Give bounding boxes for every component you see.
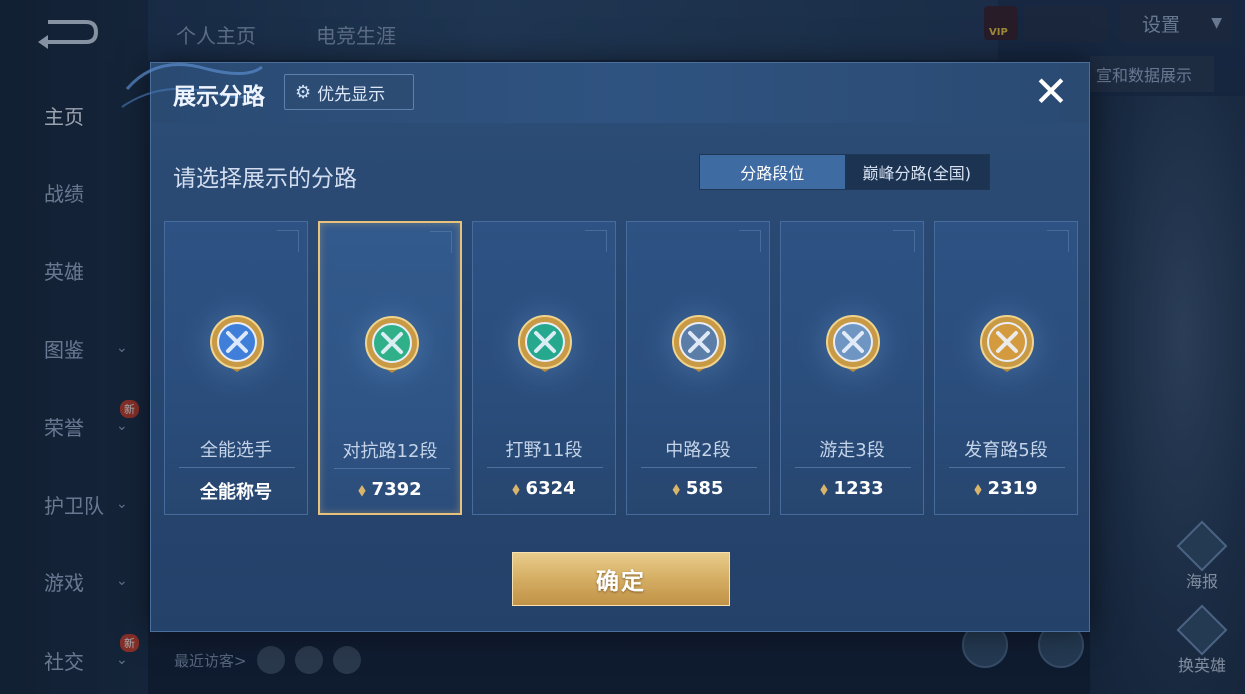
lane-rank-label: 中路2段 [665, 440, 731, 461]
mid-lane-emblem-icon [672, 315, 726, 372]
all-round-emblem-icon [210, 315, 264, 372]
power-medal-icon: ⬧ [974, 478, 982, 498]
lane-rank-label: 对抗路12段 [342, 441, 438, 462]
card-corner-decoration [1047, 230, 1069, 252]
lane-score-value: 1233 [833, 478, 884, 499]
power-medal-icon: ⬧ [512, 478, 520, 498]
gear-icon: ⚙ [295, 81, 312, 103]
confirm-button[interactable]: 确定 [512, 552, 730, 606]
lane-rank-label: 发育路5段 [964, 440, 1048, 461]
close-button[interactable]: ✕ [1031, 71, 1071, 113]
lane-score-value: 全能称号 [200, 482, 272, 503]
lane-score-value: 6324 [525, 478, 576, 499]
card-corner-decoration [585, 230, 607, 252]
card-divider [641, 467, 757, 468]
close-icon: ✕ [1033, 67, 1069, 116]
tab-lane-rank-label: 分路段位 [740, 164, 805, 183]
lane-card[interactable]: 对抗路12段 ⬧ 7392 [318, 221, 462, 515]
lane-score: ⬧ 7392 [320, 479, 460, 500]
priority-display-button[interactable]: ⚙ 优先显示 [284, 74, 414, 110]
lane-card[interactable]: 发育路5段 ⬧ 2319 [934, 221, 1078, 515]
lane-score: ⬧ 585 [627, 478, 769, 499]
confirm-label: 确定 [596, 569, 646, 595]
lane-rank-label: 游走3段 [819, 440, 885, 461]
lane-score: ⬧ 1233 [781, 478, 923, 499]
lane-rank-label: 全能选手 [200, 440, 272, 461]
jungle-emblem-icon [518, 315, 572, 372]
card-corner-decoration [893, 230, 915, 252]
power-medal-icon: ⬧ [358, 479, 366, 499]
lane-score-value: 585 [685, 478, 724, 499]
tab-lane-rank[interactable]: 分路段位 [700, 155, 845, 189]
lane-card[interactable]: 游走3段 ⬧ 1233 [780, 221, 924, 515]
dialog-title: 展示分路 [173, 84, 265, 110]
power-medal-icon: ⬧ [820, 478, 828, 498]
priority-display-label: 优先显示 [317, 84, 386, 105]
lane-card[interactable]: 全能选手 全能称号 [164, 221, 308, 515]
card-corner-decoration [739, 230, 761, 252]
lane-card[interactable]: 打野11段 ⬧ 6324 [472, 221, 616, 515]
lane-rank-label: 打野11段 [505, 440, 583, 461]
farm-lane-emblem-icon [980, 315, 1034, 372]
lane-score-value: 2319 [987, 478, 1038, 499]
power-medal-icon: ⬧ [672, 478, 680, 498]
clash-lane-emblem-icon [365, 316, 419, 373]
card-divider [334, 468, 450, 469]
tab-peak-lane[interactable]: 巅峰分路(全国) [844, 155, 989, 189]
lane-display-dialog: 展示分路 ⚙ 优先显示 ✕ 请选择展示的分路 分路段位 巅峰分路(全国) 全能选… [121, 62, 1090, 632]
card-divider [949, 467, 1065, 468]
roam-emblem-icon [826, 315, 880, 372]
card-divider [795, 467, 911, 468]
card-divider [487, 467, 603, 468]
lane-card[interactable]: 中路2段 ⬧ 585 [626, 221, 770, 515]
lane-mode-toggle: 分路段位 巅峰分路(全国) [699, 154, 990, 190]
dialog-subtitle: 请选择展示的分路 [173, 166, 357, 192]
lane-score: ⬧ 2319 [935, 478, 1077, 499]
card-corner-decoration [430, 231, 452, 253]
tab-peak-lane-label: 巅峰分路(全国) [862, 164, 972, 183]
lane-score: ⬧ 6324 [473, 478, 615, 499]
lane-score: 全能称号 [165, 478, 307, 504]
card-corner-decoration [277, 230, 299, 252]
lane-card-list: 全能选手 全能称号 对抗路12段 ⬧ 7392 打野11段 ⬧ 6324 中路2段 ⬧ 585 游走3… [164, 221, 1078, 515]
lane-score-value: 7392 [371, 479, 422, 500]
card-divider [179, 467, 295, 468]
